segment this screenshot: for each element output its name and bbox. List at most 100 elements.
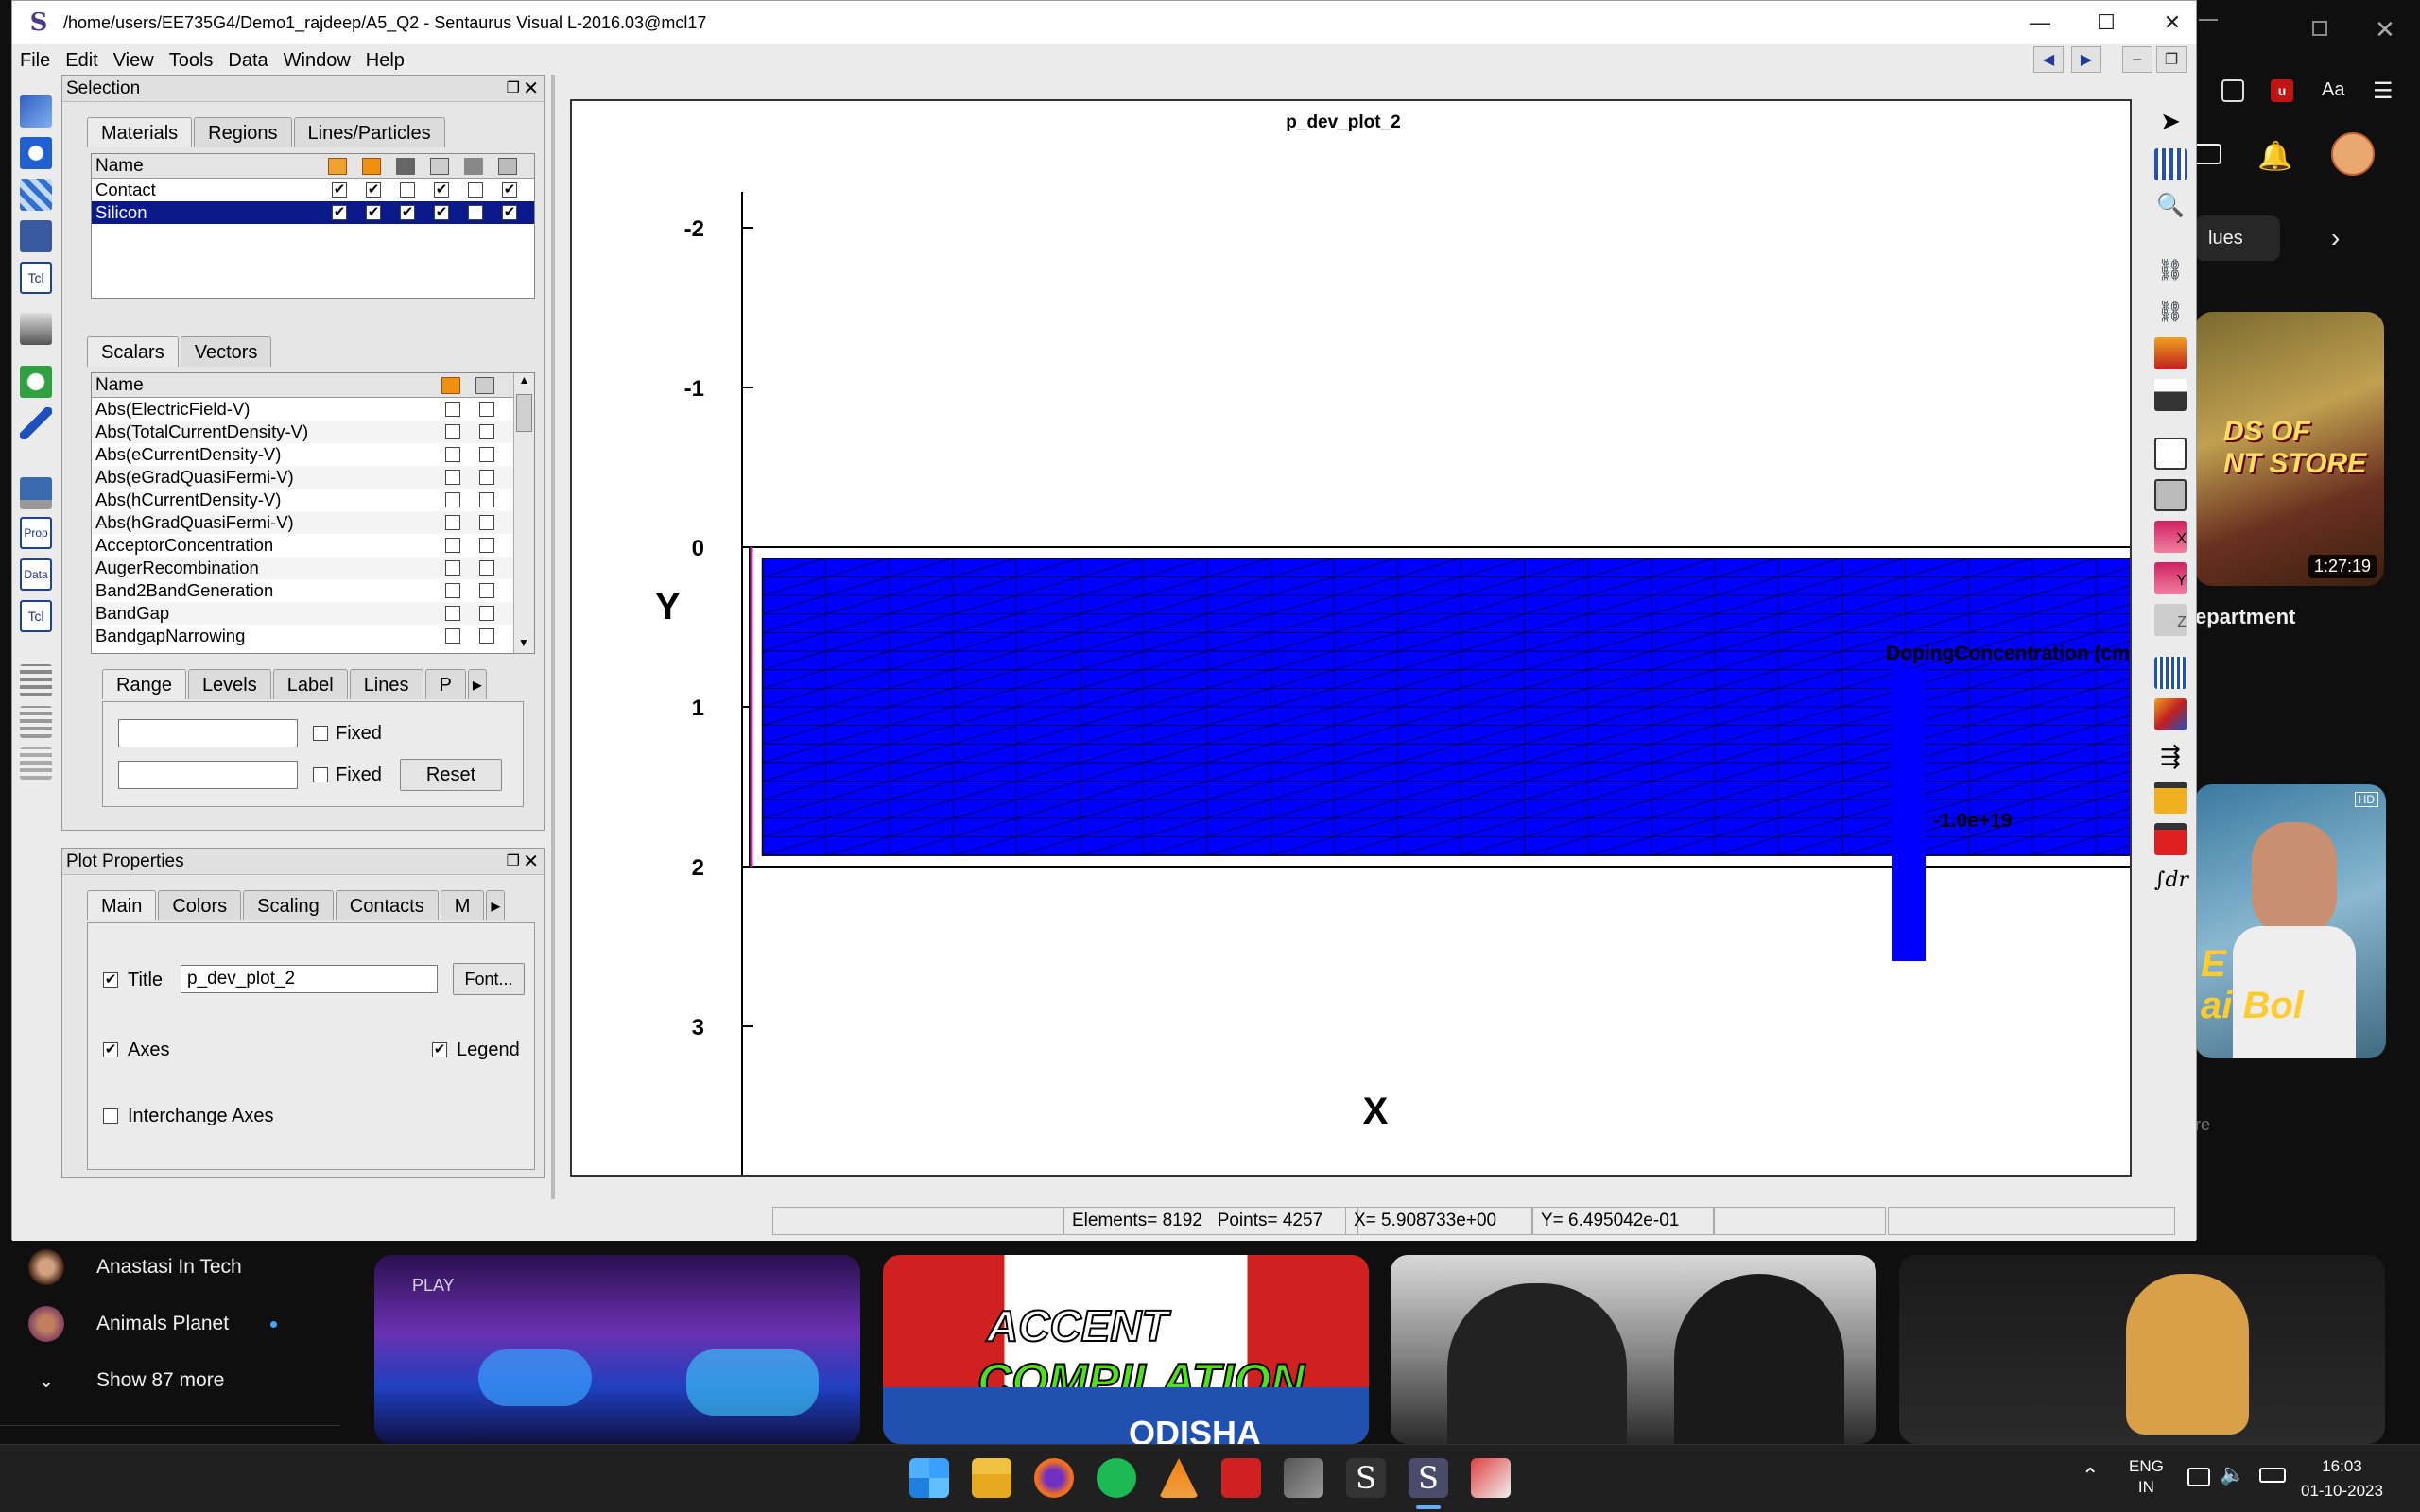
integral-icon[interactable]: ∫dr [2154, 865, 2188, 897]
material-checkbox[interactable] [400, 182, 415, 198]
gauge-icon[interactable] [2154, 379, 2187, 411]
material-checkbox[interactable]: ✔ [434, 205, 449, 220]
close-button[interactable]: ✕ [2139, 1, 2205, 44]
prop-icon[interactable]: Prop [20, 517, 52, 549]
sidebar-channel-anastasi[interactable]: Anastasi In Tech [28, 1243, 242, 1292]
scalar-checkbox[interactable] [445, 470, 460, 485]
axes-checkbox[interactable]: ✔ [103, 1042, 118, 1057]
browser-restore-icon[interactable] [2312, 21, 2327, 36]
extension-icon[interactable] [2221, 79, 2244, 102]
mdi-restore-button[interactable]: ❐ [2156, 46, 2187, 73]
mdi-minimize-button[interactable]: – [2122, 46, 2152, 73]
scalar-row[interactable]: BandgapNarrowing [92, 625, 534, 647]
scalar-checkbox[interactable] [445, 515, 460, 530]
prev-plot-button[interactable]: ◀ [2033, 46, 2064, 73]
scalar-row[interactable]: Abs(hCurrentDensity-V) [92, 489, 534, 511]
scalar-checkbox[interactable] [445, 583, 460, 598]
scalars-list[interactable]: Name Abs(ElectricField-V) Abs(TotalCurren… [91, 372, 535, 654]
scalar-checkbox[interactable] [479, 402, 494, 417]
tcl-console-icon[interactable]: Tcl [20, 600, 52, 632]
window-icon[interactable] [2154, 438, 2187, 470]
close-icon[interactable]: ✕ [523, 849, 539, 875]
link-icon[interactable]: ⛓ [2154, 254, 2187, 286]
network-icon[interactable] [2187, 1468, 2210, 1486]
next-plot-button[interactable]: ▶ [2071, 46, 2101, 73]
file-explorer-icon[interactable] [972, 1458, 1011, 1498]
acrobat-icon[interactable] [1221, 1458, 1261, 1498]
material-checkbox[interactable]: ✔ [332, 182, 347, 198]
video-thumbnail-2[interactable]: ACCENT COMPILATION ODISHA [883, 1255, 1369, 1444]
float-icon[interactable]: ❐ [507, 76, 520, 102]
tab-lines-particles[interactable]: Lines/Particles [293, 117, 445, 147]
scalar-checkbox[interactable] [445, 606, 460, 621]
tab-regions[interactable]: Regions [194, 117, 292, 147]
contour-icon[interactable] [2154, 698, 2187, 730]
menu-icon[interactable]: ☰ [2373, 77, 2394, 105]
tab-p[interactable]: P [424, 669, 466, 699]
video-thumbnail-right-2[interactable]: E ai Bol HD [2195, 784, 2386, 1058]
tab-label[interactable]: Label [272, 669, 348, 699]
movie-icon-3[interactable] [20, 747, 52, 780]
scalar-checkbox[interactable] [445, 492, 460, 507]
video-thumbnail-4[interactable] [1899, 1255, 2385, 1444]
scrollbar[interactable]: ▲ ▼ [513, 373, 534, 653]
menu-tools[interactable]: Tools [169, 50, 214, 72]
font-button[interactable]: Font... [453, 963, 525, 995]
tab-levels[interactable]: Levels [187, 669, 271, 699]
legend-checkbox[interactable]: ✔ [432, 1042, 447, 1057]
material-checkbox[interactable]: ✔ [400, 205, 415, 220]
probe-icon[interactable] [2154, 337, 2187, 369]
material-checkbox[interactable]: ✔ [366, 205, 381, 220]
scalar-row[interactable]: AcceptorConcentration [92, 534, 534, 557]
scalar-row[interactable]: AugerRecombination [92, 557, 534, 579]
scalar-checkbox[interactable] [445, 628, 460, 644]
cut-x-icon[interactable]: X [2154, 521, 2187, 553]
stack-icon[interactable] [2154, 823, 2187, 855]
spotify-icon[interactable] [1097, 1458, 1136, 1498]
scalar-checkbox[interactable] [479, 492, 494, 507]
menu-window[interactable]: Window [284, 50, 351, 72]
scalar-row[interactable]: Band2BandGeneration [92, 579, 534, 602]
scalar-row[interactable]: Abs(eGradQuasiFermi-V) [92, 466, 534, 489]
cut-plane-icon[interactable] [2154, 479, 2187, 511]
reset-button[interactable]: Reset [400, 759, 502, 791]
user-avatar[interactable] [2331, 132, 2375, 176]
scroll-thumb[interactable] [516, 394, 532, 432]
ublock-icon[interactable]: u [2271, 79, 2293, 102]
tab-scaling[interactable]: Scaling [243, 890, 334, 920]
reload-icon[interactable] [20, 137, 52, 169]
menu-help[interactable]: Help [366, 50, 405, 72]
link-s-icon[interactable]: ⛓ [2154, 296, 2187, 328]
scalar-checkbox[interactable] [445, 402, 460, 417]
flow-icon[interactable]: ⇶ [2154, 740, 2187, 772]
zoom-box-icon[interactable] [2154, 148, 2187, 180]
material-checkbox[interactable]: ✔ [366, 182, 381, 198]
sidebar-channel-animals[interactable]: Animals Planet [28, 1299, 278, 1349]
movie-icon-2[interactable] [20, 706, 52, 738]
scalar-checkbox[interactable] [479, 606, 494, 621]
interchange-axes-checkbox[interactable] [103, 1108, 118, 1124]
cut-z-icon[interactable]: Z [2154, 604, 2187, 636]
maximize-button[interactable]: ☐ [2073, 1, 2139, 44]
close-icon[interactable]: ✕ [523, 76, 539, 102]
tab-materials[interactable]: Materials [87, 117, 193, 147]
material-row-contact[interactable]: Contact ✔ ✔ ✔ ✔ [92, 179, 534, 201]
snipping-tool-icon[interactable] [1471, 1458, 1511, 1498]
fixed-min-checkbox[interactable] [313, 726, 328, 741]
scalar-checkbox[interactable] [479, 424, 494, 439]
min-range-input[interactable] [118, 719, 298, 747]
tab-vectors[interactable]: Vectors [180, 336, 272, 367]
material-checkbox[interactable] [468, 182, 483, 198]
menu-edit[interactable]: Edit [65, 50, 97, 72]
camera-icon[interactable] [20, 220, 52, 252]
tab-range[interactable]: Range [102, 669, 186, 699]
scalar-checkbox[interactable] [445, 447, 460, 462]
pointer-icon[interactable]: ➤ [2154, 105, 2187, 137]
material-checkbox[interactable] [468, 205, 483, 220]
scroll-up-icon[interactable]: ▲ [514, 373, 534, 392]
firefox-icon[interactable] [1034, 1458, 1074, 1498]
language-indicator[interactable]: ENG IN [2129, 1456, 2164, 1498]
video-thumbnail-3[interactable] [1391, 1255, 1876, 1444]
clock[interactable]: 16:03 01-10-2023 [2301, 1454, 2383, 1503]
scalar-checkbox[interactable] [479, 583, 494, 598]
